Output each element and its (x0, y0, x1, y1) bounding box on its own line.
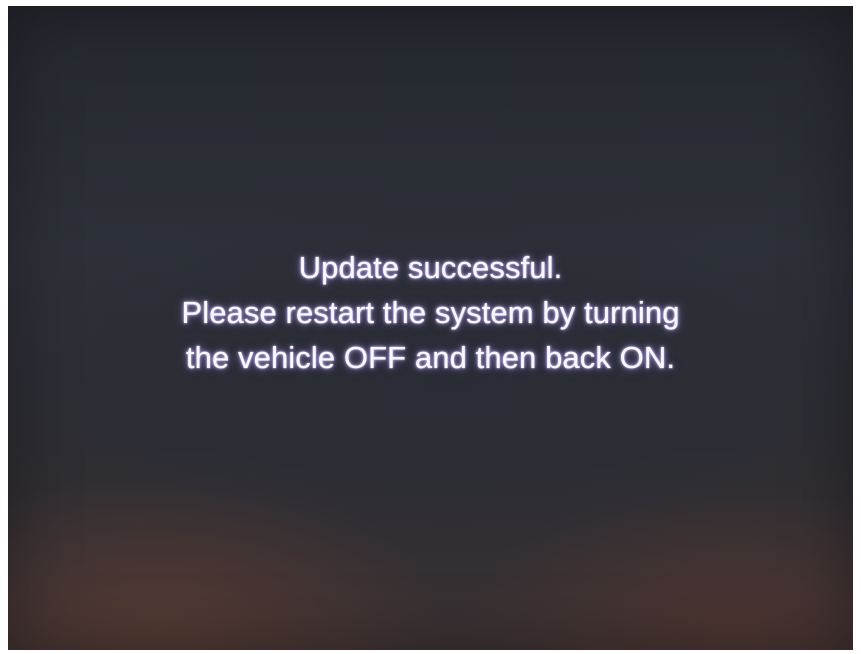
photo-frame: Update successful. Please restart the sy… (0, 0, 861, 654)
infotainment-screen: Update successful. Please restart the sy… (8, 6, 853, 650)
restart-instruction-line-1: Please restart the system by turning (181, 295, 680, 330)
restart-instruction-line-2: the vehicle OFF and then back ON. (185, 340, 676, 375)
update-status-text: Update successful. (298, 250, 563, 285)
update-message: Update successful. Please restart the sy… (8, 245, 853, 380)
